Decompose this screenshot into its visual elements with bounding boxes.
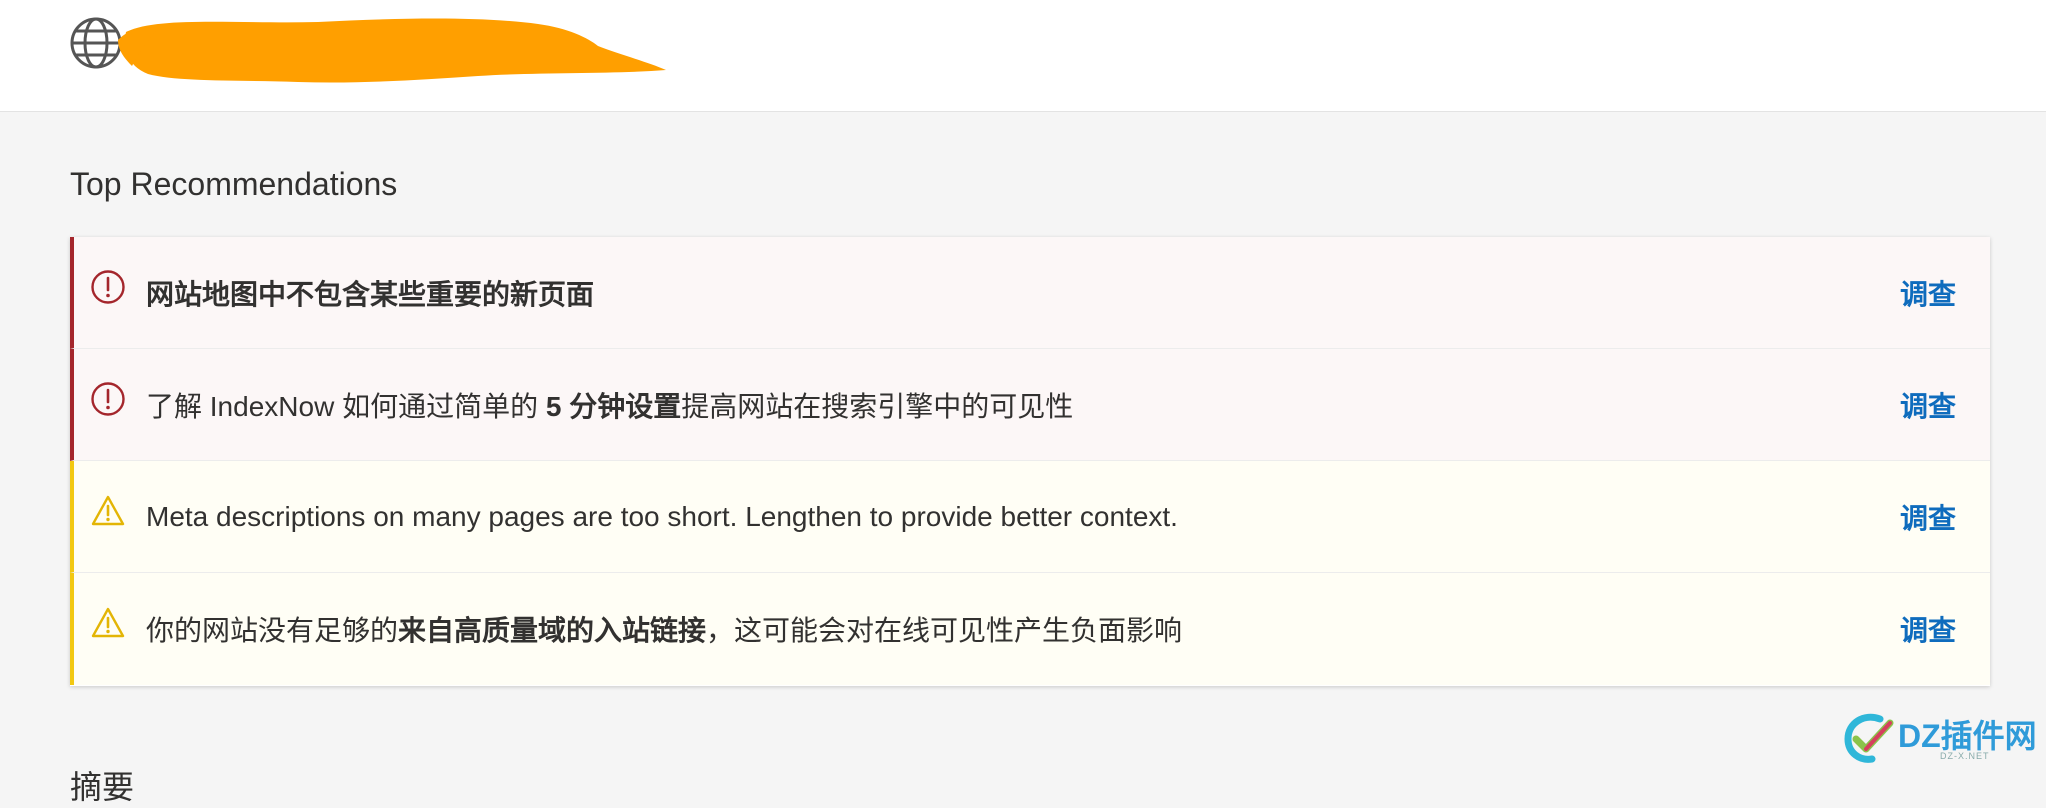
- recommendation-row[interactable]: 网站地图中不包含某些重要的新页面 调查: [70, 237, 1990, 349]
- recommendation-text: 了解 IndexNow 如何通过简单的 5 分钟设置 提高网站在搜索引擎中的可见性: [146, 349, 1073, 461]
- recommendation-text-part: 提高网站在搜索引擎中的可见性: [681, 391, 1074, 422]
- section-title: Top Recommendations: [70, 166, 398, 202]
- recommendation-text: 网站地图中不包含某些重要的新页面: [146, 237, 594, 349]
- investigate-link[interactable]: 调查: [1900, 573, 1956, 685]
- watermark: DZ插件网 DZ-X.NET: [1840, 705, 2040, 769]
- recommendation-text-part: Meta descriptions on many pages are too …: [146, 501, 1178, 532]
- recommendations-card: 网站地图中不包含某些重要的新页面 调查 了解 IndexNow 如何通过简单的 …: [70, 237, 1990, 686]
- recommendation-text-part: 你的网站没有足够的: [146, 615, 399, 646]
- recommendation-row[interactable]: Meta descriptions on many pages are too …: [70, 461, 1990, 573]
- alert-circle-icon: [91, 382, 125, 416]
- recommendation-text: Meta descriptions on many pages are too …: [146, 461, 1178, 573]
- investigate-link[interactable]: 调查: [1900, 461, 1956, 573]
- investigate-link[interactable]: 调查: [1900, 349, 1956, 461]
- site-header: [0, 0, 2046, 112]
- recommendation-row[interactable]: 了解 IndexNow 如何通过简单的 5 分钟设置 提高网站在搜索引擎中的可见性…: [70, 349, 1990, 461]
- investigate-link[interactable]: 调查: [1900, 237, 1956, 349]
- recommendation-row[interactable]: 你的网站没有足够的 来自高质量域的入站链接 ，这可能会对在线可见性产生负面影响 调查: [70, 573, 1990, 685]
- summary-section-title: 摘要: [70, 769, 135, 805]
- recommendation-text-part: ，这可能会对在线可见性产生负面影响: [706, 615, 1183, 646]
- dz-check-logo-icon: [1844, 713, 1894, 763]
- recommendation-text-bold: 5 分钟设置: [545, 391, 682, 422]
- redacted-site-name: [118, 18, 666, 83]
- recommendation-text-bold: 网站地图中不包含某些重要的新页面: [146, 279, 595, 310]
- alert-circle-icon: [91, 270, 125, 304]
- watermark-subtext: DZ-X.NET: [1940, 751, 1990, 761]
- globe-icon: [70, 17, 122, 69]
- recommendation-text-bold: 来自高质量域的入站链接: [398, 615, 707, 646]
- warning-triangle-icon: [91, 495, 125, 526]
- recommendation-text-part: 了解 IndexNow 如何通过简单的: [146, 391, 546, 422]
- recommendation-text: 你的网站没有足够的 来自高质量域的入站链接 ，这可能会对在线可见性产生负面影响: [146, 573, 1182, 685]
- warning-triangle-icon: [91, 607, 125, 638]
